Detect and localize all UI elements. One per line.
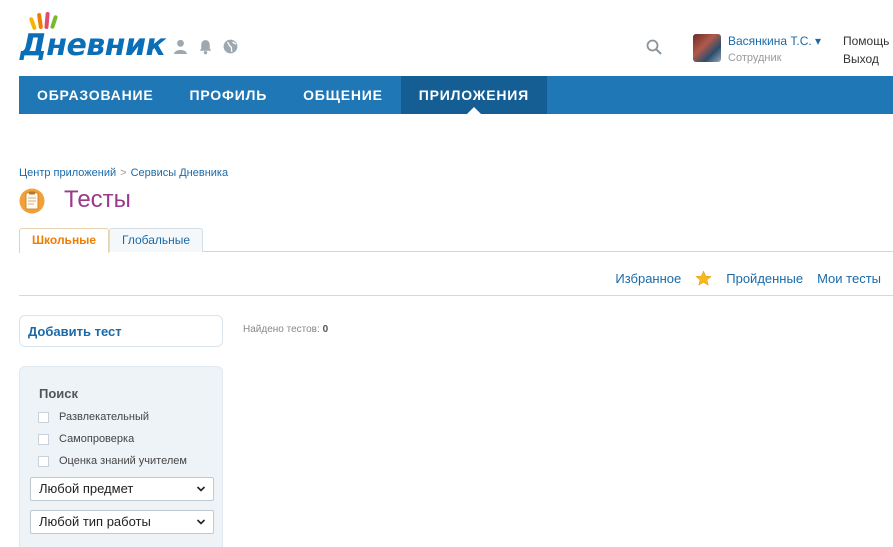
chevron-down-icon xyxy=(196,486,206,492)
checkbox-row-entertainment[interactable]: Развлекательный xyxy=(38,411,149,423)
header-icons xyxy=(172,38,239,55)
breadcrumb-separator: > xyxy=(120,167,127,179)
checkbox-row-self-check[interactable]: Самопроверка xyxy=(38,433,134,445)
divider xyxy=(19,295,893,296)
found-count: Найдено тестов: 0 xyxy=(243,324,328,335)
globe-icon[interactable] xyxy=(222,38,239,55)
subject-select[interactable]: Любой предмет xyxy=(30,477,214,501)
nav-item-profile[interactable]: ПРОФИЛЬ xyxy=(171,76,285,114)
main-nav: ОБРАЗОВАНИЕ ПРОФИЛЬ ОБЩЕНИЕ ПРИЛОЖЕНИЯ xyxy=(19,76,893,114)
tab-school[interactable]: Школьные xyxy=(19,228,110,253)
my-tests-link[interactable]: Мои тесты xyxy=(817,271,881,286)
checkbox-entertainment[interactable] xyxy=(38,411,49,423)
search-title: Поиск xyxy=(39,386,79,401)
checkbox-label: Развлекательный xyxy=(59,411,150,423)
completed-link[interactable]: Пройденные xyxy=(726,271,803,286)
header: Дневник Васянкина Т.С. ▾ Сотрудник Помощ… xyxy=(0,0,893,76)
tabs: Школьные Глобальные xyxy=(19,228,893,253)
breadcrumb-app-center[interactable]: Центр приложений xyxy=(19,167,116,179)
worktype-select[interactable]: Любой тип работы xyxy=(30,510,214,534)
logout-link[interactable]: Выход xyxy=(843,52,879,66)
checkbox-row-teacher-assessment[interactable]: Оценка знаний учителем xyxy=(38,455,187,467)
breadcrumb: Центр приложений > Сервисы Дневника xyxy=(19,167,228,179)
help-link[interactable]: Помощь xyxy=(843,34,889,48)
avatar[interactable] xyxy=(693,34,721,62)
worktype-select-value: Любой тип работы xyxy=(39,514,151,529)
filter-links: Избранное Пройденные Мои тесты xyxy=(601,270,881,287)
checkbox-self-check[interactable] xyxy=(38,433,49,445)
nav-item-communication[interactable]: ОБЩЕНИЕ xyxy=(285,76,401,114)
user-icon[interactable] xyxy=(172,38,189,55)
nav-item-apps[interactable]: ПРИЛОЖЕНИЯ xyxy=(400,76,547,114)
found-number: 0 xyxy=(322,324,329,335)
checkbox-label: Оценка знаний учителем xyxy=(59,455,187,467)
chevron-down-icon xyxy=(196,519,206,525)
star-icon xyxy=(695,270,712,286)
logo[interactable]: Дневник xyxy=(20,12,170,64)
checkbox-label: Самопроверка xyxy=(59,433,135,445)
logo-text: Дневник xyxy=(20,28,166,63)
nav-item-education[interactable]: ОБРАЗОВАНИЕ xyxy=(19,76,171,114)
tab-global[interactable]: Глобальные xyxy=(109,228,204,252)
tests-app-icon xyxy=(19,188,45,214)
found-label: Найдено тестов: xyxy=(243,324,320,335)
search-icon[interactable] xyxy=(645,38,663,56)
subject-select-value: Любой предмет xyxy=(39,481,134,496)
user-role: Сотрудник xyxy=(728,52,782,64)
breadcrumb-diary-services[interactable]: Сервисы Дневника xyxy=(131,167,229,179)
checkbox-teacher-assessment[interactable] xyxy=(38,455,49,467)
bell-icon[interactable] xyxy=(197,38,214,55)
page-title: Тесты xyxy=(64,186,131,213)
favorites-link[interactable]: Избранное xyxy=(615,271,681,286)
search-panel: Поиск Развлекательный Самопроверка Оценк… xyxy=(19,366,223,547)
add-test-button[interactable]: Добавить тест xyxy=(19,315,223,347)
user-name-menu[interactable]: Васянкина Т.С. ▾ xyxy=(728,34,821,48)
